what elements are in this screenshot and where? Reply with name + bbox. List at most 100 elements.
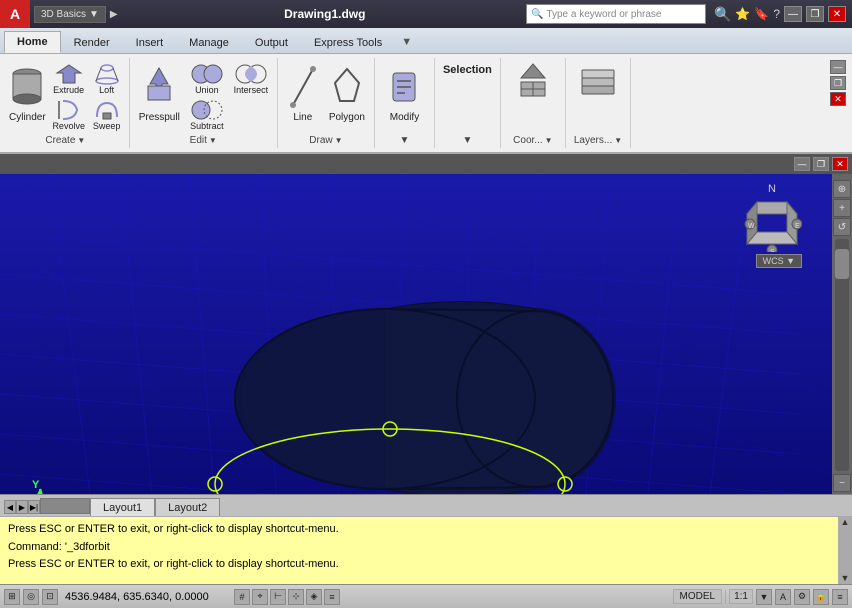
tab-output[interactable]: Output — [242, 31, 301, 53]
scroll-up-btn[interactable]: ▲ — [841, 517, 850, 527]
close-btn[interactable]: ✕ — [828, 6, 846, 22]
viewport-restore-btn[interactable]: ❐ — [813, 157, 829, 171]
command-line-2: Command: '_3dforbit — [8, 539, 844, 557]
ribbon-group-create: Cylinder Extrude Revolve — [2, 58, 130, 148]
extrude-btn[interactable]: Extrude — [51, 62, 87, 96]
line-btn[interactable]: Line — [284, 60, 322, 125]
grid-toggle[interactable]: # — [234, 589, 250, 605]
workspace-btn[interactable]: ⚙ — [794, 589, 810, 605]
status-icon-1[interactable]: ⊞ — [4, 589, 20, 605]
tab-scroll-left[interactable]: ◀ — [4, 500, 16, 514]
ribbon-group-layers: Layers... ▼ — [566, 58, 631, 148]
presspull-btn[interactable]: Presspull — [136, 60, 183, 125]
scroll-thumb[interactable] — [835, 249, 849, 279]
search-box[interactable]: 🔍 Type a keyword or phrase — [526, 4, 706, 24]
quick-access-toolbar: 3D Basics ▼ ▶ — [30, 6, 124, 23]
coordinates-display: 4536.9484, 635.6340, 0.0000 — [61, 591, 231, 603]
cylinder-btn[interactable]: Cylinder — [6, 60, 49, 125]
ribbon-restore-btn[interactable]: ❐ — [830, 76, 846, 90]
draw-group-label[interactable]: Draw ▼ — [309, 135, 342, 146]
ribbon-minimize-btn[interactable]: — — [830, 60, 846, 74]
viewport-close-btn[interactable]: ✕ — [832, 157, 848, 171]
tab-render[interactable]: Render — [61, 31, 123, 53]
command-line-1: Press ESC or ENTER to exit, or right-cli… — [8, 521, 844, 539]
vp-scale-btn[interactable]: ▼ — [756, 589, 772, 605]
command-line-3: Press ESC or ENTER to exit, or right-cli… — [8, 556, 844, 574]
intersect-btn[interactable]: Intersect — [231, 62, 271, 96]
help-btn[interactable]: ? — [773, 7, 780, 21]
scroll-down-btn[interactable]: ▼ — [841, 573, 850, 583]
expand-btn[interactable]: ▶ — [108, 7, 120, 22]
right-toolbar: ⊕ + ↺ − — [832, 174, 852, 494]
ribbon-content: Cylinder Extrude Revolve — [0, 54, 852, 154]
star-icon-btn[interactable]: ⭐ — [735, 7, 750, 21]
header-right-icons: 🔍 ⭐ 🔖 ? — ❐ ✕ — [714, 6, 852, 23]
polygon-btn[interactable]: Polygon — [326, 60, 368, 125]
tab-scroll-right[interactable]: ▶ — [16, 500, 28, 514]
svg-text:E: E — [795, 223, 800, 230]
selection-group-label[interactable]: ▼ — [462, 135, 472, 146]
ribbon-close-btn[interactable]: ✕ — [830, 92, 846, 106]
minimize-btn[interactable]: — — [784, 6, 802, 22]
lineweight-toggle[interactable]: ≡ — [324, 589, 340, 605]
command-scrollbar[interactable]: ▲ ▼ — [838, 516, 852, 584]
search-icon: 🔍 — [531, 9, 543, 20]
tab-extra[interactable]: ▼ — [395, 31, 418, 53]
command-area: Press ESC or ENTER to exit, or right-cli… — [0, 516, 852, 584]
search-icon-btn[interactable]: 🔍 — [714, 6, 731, 23]
snap-toggle[interactable]: ⌖ — [252, 589, 268, 605]
search-placeholder: Type a keyword or phrase — [546, 9, 661, 20]
viewport-topbar: — ❐ ✕ — [0, 154, 852, 174]
tab-layout1[interactable]: Layout1 — [90, 498, 155, 516]
annotation-scale[interactable]: A — [775, 589, 791, 605]
subtract-btn[interactable]: Subtract — [187, 98, 227, 132]
wcs-label[interactable]: WCS ▼ — [756, 254, 802, 268]
tab-manage[interactable]: Manage — [176, 31, 242, 53]
orbit-btn[interactable]: ↺ — [833, 218, 851, 236]
zoom-level[interactable]: 1:1 — [729, 589, 753, 604]
create-group-label[interactable]: Create ▼ — [45, 135, 85, 146]
lock-btn[interactable]: 🔒 — [813, 589, 829, 605]
tab-layout2[interactable]: Layout2 — [155, 498, 220, 516]
object-snap-toggle[interactable]: ◈ — [306, 589, 322, 605]
polar-toggle[interactable]: ⊹ — [288, 589, 304, 605]
edit-group-label[interactable]: Edit ▼ — [190, 135, 217, 146]
coor-group-label[interactable]: Coor... ▼ — [513, 135, 552, 146]
viewport-minimize-btn[interactable]: — — [794, 157, 810, 171]
revolve-btn[interactable]: Revolve — [51, 98, 87, 132]
ribbon-group-modify: Modify ▼ — [375, 58, 435, 148]
ribbon-window-controls: — ❐ ✕ — [826, 58, 850, 148]
tab-insert[interactable]: Insert — [123, 31, 177, 53]
document-title: Drawing1.dwg — [124, 7, 526, 21]
cylinder-label: Cylinder — [9, 112, 46, 123]
union-btn[interactable]: Union — [187, 62, 227, 96]
settings-btn[interactable]: ≡ — [832, 589, 848, 605]
tab-home[interactable]: Home — [4, 31, 61, 53]
layers-group-label[interactable]: Layers... ▼ — [574, 135, 622, 146]
coor-icon[interactable] — [513, 62, 553, 105]
modify-group-label[interactable]: ▼ — [400, 135, 410, 146]
ortho-toggle[interactable]: ⊢ — [270, 589, 286, 605]
loft-btn[interactable]: Loft — [89, 62, 125, 96]
layers-icon[interactable] — [578, 62, 618, 105]
bookmark-icon-btn[interactable]: 🔖 — [754, 7, 769, 21]
pan-btn[interactable]: ⊕ — [833, 180, 851, 198]
zoom-out-btn[interactable]: − — [833, 474, 851, 492]
modify-btn[interactable]: Modify — [381, 60, 427, 125]
status-icon-2[interactable]: ◎ — [23, 589, 39, 605]
autocad-logo[interactable]: A — [0, 0, 30, 28]
selection-label: Selection — [443, 64, 492, 76]
tab-express[interactable]: Express Tools — [301, 31, 395, 53]
restore-btn[interactable]: ❐ — [806, 6, 824, 22]
bottom-tabs-bar: ◀ ▶ ▶| Layout1 Layout2 — [0, 494, 852, 516]
tab-scroll-end[interactable]: ▶| — [28, 500, 40, 514]
3d-scene[interactable]: X Y — [0, 174, 852, 494]
model-btn[interactable]: MODEL — [673, 589, 723, 604]
status-bar: ⊞ ◎ ⊡ 4536.9484, 635.6340, 0.0000 # ⌖ ⊢ … — [0, 584, 852, 608]
sweep-btn[interactable]: Sweep — [89, 98, 125, 132]
profile-dropdown[interactable]: 3D Basics ▼ — [34, 6, 106, 23]
zoom-btn[interactable]: + — [833, 199, 851, 217]
status-icon-3[interactable]: ⊡ — [42, 589, 58, 605]
svg-text:S: S — [770, 249, 775, 252]
viewcube[interactable]: N W S E — [742, 182, 802, 252]
